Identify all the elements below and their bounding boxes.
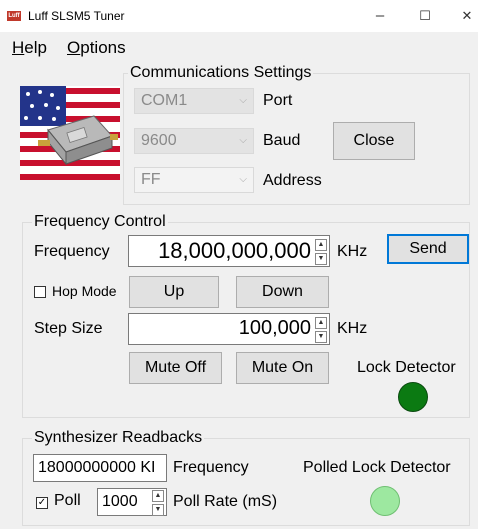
window-title: Luff SLSM5 Tuner: [28, 9, 125, 23]
poll-rate-spinner[interactable]: ▲ ▼: [152, 490, 164, 516]
address-value: FF: [141, 171, 161, 188]
lock-detector-label: Lock Detector: [357, 359, 456, 376]
mute-on-button[interactable]: Mute On: [236, 352, 329, 384]
close-button[interactable]: Close: [333, 122, 415, 160]
polled-lock-detector-label: Polled Lock Detector: [303, 459, 451, 476]
poll-label: Poll: [54, 492, 81, 509]
spin-down-icon[interactable]: ▼: [315, 253, 327, 265]
lock-detector-indicator: [398, 382, 428, 412]
hop-mode-checkbox[interactable]: [34, 286, 46, 298]
baud-value: 9600: [141, 132, 177, 149]
port-value: COM1: [141, 92, 188, 109]
frequency-unit: KHz: [337, 243, 368, 260]
spin-up-icon[interactable]: ▲: [152, 490, 164, 502]
readback-frequency-label: Frequency: [173, 459, 249, 476]
poll-rate-value: 1000: [102, 493, 138, 510]
spin-up-icon[interactable]: ▲: [315, 239, 327, 251]
spin-up-icon[interactable]: ▲: [315, 317, 327, 329]
up-button[interactable]: Up: [129, 276, 219, 308]
frequency-spinner[interactable]: ▲ ▼: [315, 239, 327, 265]
minimize-button[interactable]: –: [370, 6, 390, 26]
baud-combo[interactable]: 9600 ⌵: [134, 128, 254, 154]
send-button[interactable]: Send: [387, 234, 469, 264]
step-size-input[interactable]: 100,000 ▲ ▼: [128, 313, 330, 345]
frequency-readback-field[interactable]: 18000000000 KI: [33, 454, 167, 482]
menu-help[interactable]: Help: [12, 38, 47, 58]
logo-image: [20, 86, 120, 180]
port-label: Port: [263, 92, 293, 109]
communications-settings-title: Communications Settings: [128, 64, 314, 82]
synthesizer-readbacks-group: [22, 438, 470, 526]
poll-checkbox[interactable]: ✓: [36, 497, 48, 509]
step-size-label: Step Size: [34, 320, 103, 337]
poll-rate-label: Poll Rate (mS): [173, 493, 278, 510]
hop-mode-label: Hop Mode: [52, 283, 117, 299]
chevron-down-icon: ⌵: [239, 135, 247, 146]
port-combo[interactable]: COM1 ⌵: [134, 88, 254, 114]
spin-down-icon[interactable]: ▼: [315, 331, 327, 343]
spin-down-icon[interactable]: ▼: [152, 504, 164, 516]
chevron-down-icon: ⌵: [239, 95, 247, 106]
frequency-label: Frequency: [34, 243, 110, 260]
menu-options[interactable]: Options: [67, 38, 126, 58]
frequency-readback-value: 18000000000 KI: [38, 459, 156, 476]
frequency-value: 18,000,000,000: [158, 238, 311, 263]
close-window-button[interactable]: ✕: [457, 6, 477, 26]
chevron-down-icon: ⌵: [239, 174, 247, 185]
polled-lock-detector-indicator: [370, 486, 400, 516]
step-size-unit: KHz: [337, 320, 368, 337]
step-size-spinner[interactable]: ▲ ▼: [315, 317, 327, 343]
frequency-input[interactable]: 18,000,000,000 ▲ ▼: [128, 235, 330, 267]
down-button[interactable]: Down: [236, 276, 329, 308]
mute-off-button[interactable]: Mute Off: [129, 352, 222, 384]
app-icon: Luff: [7, 11, 21, 21]
maximize-button[interactable]: ☐: [415, 6, 435, 26]
frequency-control-title: Frequency Control: [32, 213, 168, 231]
address-combo[interactable]: FF ⌵: [134, 167, 254, 193]
step-size-value: 100,000: [238, 317, 311, 339]
baud-label: Baud: [263, 132, 301, 149]
synthesizer-readbacks-title: Synthesizer Readbacks: [32, 429, 205, 447]
poll-rate-input[interactable]: 1000 ▲ ▼: [97, 488, 167, 516]
address-label: Address: [263, 172, 322, 189]
